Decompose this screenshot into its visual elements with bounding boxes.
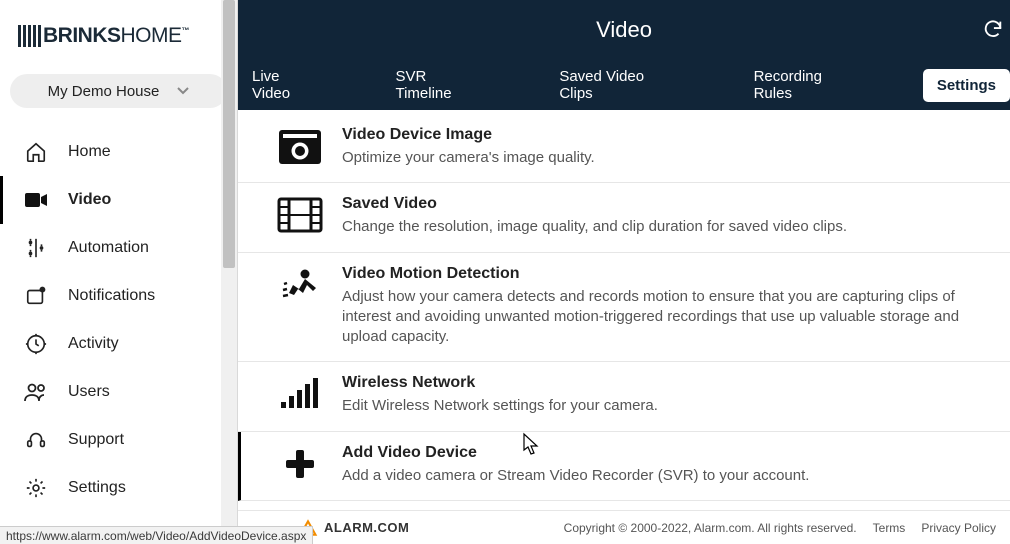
sidebar-item-automation[interactable]: Automation [0,224,237,272]
location-selector[interactable]: My Demo House [10,74,227,108]
scrollbar-thumb[interactable] [223,0,235,268]
settings-content: Video Device Image Optimize your camera'… [238,110,1010,510]
settings-row-desc: Add a video camera or Stream Video Recor… [342,466,996,486]
settings-row-title: Wireless Network [342,374,996,392]
brand-logo: BRINKSHOME™ [0,0,237,58]
sidebar-item-activity[interactable]: Activity [0,320,237,368]
settings-row-title: Saved Video [342,195,996,213]
status-bar-url: https://www.alarm.com/web/Video/AddVideo… [0,526,313,544]
video-icon [24,191,48,209]
automation-icon [24,237,48,259]
logo-light: HOME [121,24,182,47]
footer-brand: ALARM.COM [298,518,409,538]
refresh-icon[interactable] [982,18,1004,40]
notifications-icon [24,285,48,307]
tab-saved-video-clips[interactable]: Saved Video Clips [545,60,691,110]
sidebar-item-settings[interactable]: Settings [0,464,237,512]
sidebar-item-home[interactable]: Home [0,128,237,176]
page-title: Video [596,17,652,43]
activity-icon [24,333,48,355]
tab-recording-rules[interactable]: Recording Rules [740,60,875,110]
settings-row-title: Video Motion Detection [342,265,996,283]
footer-terms-link[interactable]: Terms [873,521,906,535]
sidebar-item-video[interactable]: Video [0,176,237,224]
support-icon [24,429,48,451]
sidebar-item-users[interactable]: Users [0,368,237,416]
main: Video Live Video SVR Timeline Saved Vide… [238,0,1010,544]
sidebar-item-label: Automation [68,239,149,257]
sidebar-item-label: Settings [68,479,126,497]
settings-row-wireless-network[interactable]: Wireless Network Edit Wireless Network s… [238,362,1010,431]
settings-row-desc: Change the resolution, image quality, an… [342,217,996,237]
sidebar-item-label: Notifications [68,287,155,305]
footer-privacy-link[interactable]: Privacy Policy [921,521,996,535]
sidebar-item-label: Video [68,191,111,209]
settings-row-add-video-device[interactable]: Add Video Device Add a video camera or S… [238,432,1010,501]
sidebar-scrollbar[interactable] [221,0,237,544]
chevron-down-icon [177,87,189,95]
camera-icon [258,126,342,166]
plus-icon [258,444,342,482]
sidebar-item-label: Support [68,431,124,449]
header: Video Live Video SVR Timeline Saved Vide… [238,0,1010,110]
gear-icon [24,477,48,499]
sidebar-item-label: Activity [68,335,119,353]
location-name: My Demo House [48,83,160,100]
settings-row-video-motion-detection[interactable]: Video Motion Detection Adjust how your c… [238,253,1010,363]
footer: ALARM.COM Copyright © 2000-2022, Alarm.c… [238,510,1010,544]
tab-svr-timeline[interactable]: SVR Timeline [381,60,497,110]
settings-row-title: Add Video Device [342,444,996,462]
tab-settings[interactable]: Settings [923,69,1010,102]
sidebar-item-label: Users [68,383,110,401]
sidebar-item-support[interactable]: Support [0,416,237,464]
sidebar-item-label: Home [68,143,111,161]
sidebar: BRINKSHOME™ My Demo House Home Video [0,0,238,544]
settings-row-desc: Edit Wireless Network settings for your … [342,396,996,416]
logo-bars-icon [18,25,41,47]
motion-icon [258,265,342,309]
users-icon [24,382,48,402]
header-tabs: Live Video SVR Timeline Saved Video Clip… [238,60,1010,110]
logo-bold: BRINKS [43,24,121,47]
home-icon [24,141,48,163]
logo-tm: ™ [182,26,190,35]
settings-row-video-device-image[interactable]: Video Device Image Optimize your camera'… [238,114,1010,183]
settings-row-desc: Optimize your camera's image quality. [342,148,996,168]
sidebar-nav: Home Video Automation Notifications [0,128,237,512]
footer-copyright: Copyright © 2000-2022, Alarm.com. All ri… [564,521,857,535]
footer-brand-text: ALARM.COM [324,520,409,535]
settings-row-title: Video Device Image [342,126,996,144]
sidebar-item-notifications[interactable]: Notifications [0,272,237,320]
settings-row-desc: Adjust how your camera detects and recor… [342,287,996,348]
tab-live-video[interactable]: Live Video [238,60,333,110]
settings-row-saved-video[interactable]: Saved Video Change the resolution, image… [238,183,1010,252]
film-icon [258,195,342,233]
signal-bars-icon [258,374,342,410]
